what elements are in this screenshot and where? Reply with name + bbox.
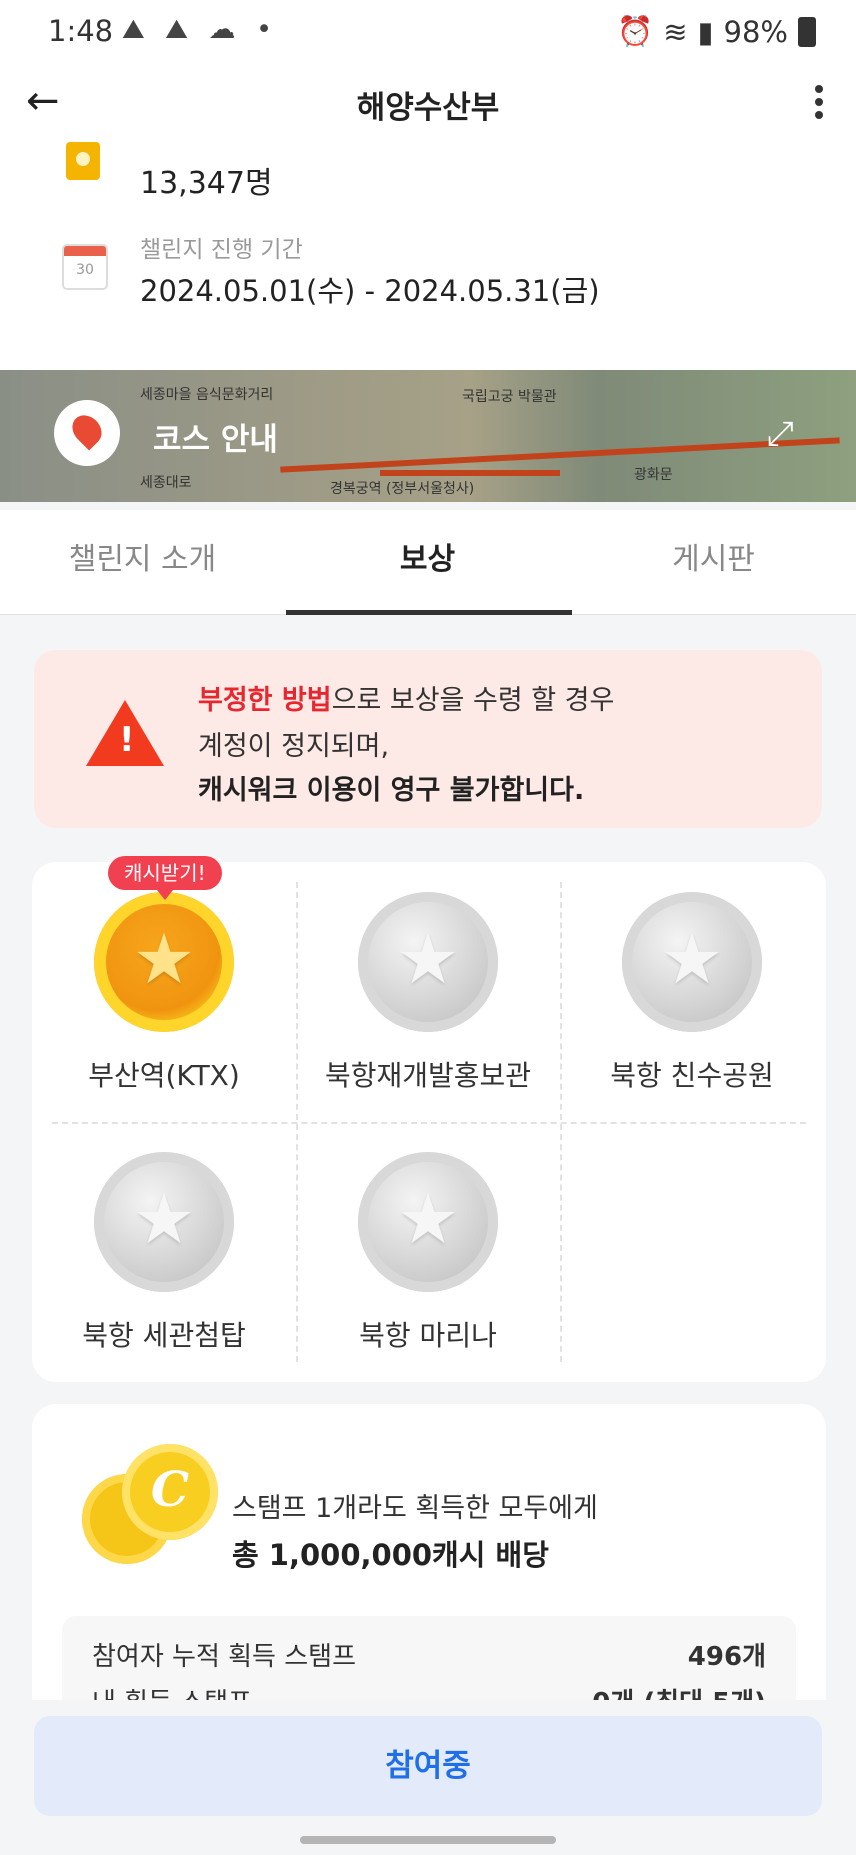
map-label: 광화문 <box>634 467 673 483</box>
join-button[interactable]: 참여중 <box>34 1716 822 1816</box>
expand-icon[interactable]: ⤢ <box>767 414 794 454</box>
gray-stamp-icon <box>358 1152 498 1292</box>
challenge-info: 13,347명 30 챌린지 진행 기간 2024.05.01(수) - 202… <box>0 140 856 370</box>
stamp-name: 북항 세관첨탑 <box>82 1319 246 1352</box>
period-value: 2024.05.01(수) - 2024.05.31(금) <box>140 274 600 308</box>
stamp-name: 북항재개발홍보관 <box>324 1059 532 1092</box>
stat-row: 참여자 누적 획득 스탬프 496개 <box>92 1642 766 1672</box>
status-bar: 1:48 ⛰ ⛰ ☁ • ⏰ ≋ ▮ 98% <box>0 0 856 66</box>
stamp-grid: 부산역(KTX) 북항재개발홍보관 북항 친수공원 북항 세관첨탑 북항 마리나 <box>32 862 826 1382</box>
calendar-icon: 30 <box>62 244 108 290</box>
bottom-bar: 참여중 <box>0 1700 856 1855</box>
battery-icon <box>798 16 816 47</box>
period-label: 챌린지 진행 기간 <box>140 237 303 263</box>
fraud-warning: ! 부정한 방법으로 보상을 수령 할 경우 계정이 정지되며, 캐시워크 이용… <box>34 650 822 828</box>
stamp-item[interactable]: 북항 마리나 <box>296 1122 560 1372</box>
gray-stamp-icon <box>94 1152 234 1292</box>
notification-icons: ⛰ ⛰ ☁ • <box>122 14 279 45</box>
cash-coin-icon: C <box>122 1444 218 1540</box>
cash-claim-badge[interactable]: 캐시받기! <box>108 856 222 900</box>
reward-condition: 스탬프 1개라도 획득한 모두에게 <box>232 1493 598 1524</box>
warning-line-2: 계정이 정지되며, <box>198 731 390 762</box>
alarm-icon: ⏰ <box>617 14 654 48</box>
stamp-name: 북항 마리나 <box>359 1319 497 1352</box>
tab-board[interactable]: 게시판 <box>571 510 856 614</box>
map-label: 세종대로 <box>140 475 192 491</box>
course-guide-title: 코스 안내 <box>153 422 278 458</box>
app-bar: ← 해양수산부 <box>0 66 856 140</box>
reward-total: 총 1,000,000캐시 배당 <box>232 1538 549 1572</box>
tab-bar: 챌린지 소개 보상 게시판 <box>0 510 856 615</box>
status-right: ⏰ ≋ ▮ 98% <box>617 14 816 49</box>
gray-stamp-icon <box>622 892 762 1032</box>
participant-count: 13,347명 <box>140 166 273 201</box>
warning-line-1: 부정한 방법으로 보상을 수령 할 경우 <box>198 685 615 716</box>
wifi-icon: ≋ <box>663 14 688 49</box>
course-map-banner[interactable]: 세종마을 음식문화거리 국립고궁 박물관 경복궁역 (정부서울청사) 세종대로 … <box>0 370 856 502</box>
gray-stamp-icon <box>358 892 498 1032</box>
gesture-nav-bar <box>300 1836 556 1844</box>
map-label: 세종마을 음식문화거리 <box>140 387 274 403</box>
warning-line-3: 캐시워크 이용이 영구 불가합니다. <box>198 775 585 806</box>
route-line <box>380 470 560 476</box>
warning-icon: ! <box>86 700 164 766</box>
status-time: 1:48 <box>48 14 114 48</box>
battery-percent: 98% <box>723 14 788 49</box>
map-label: 국립고궁 박물관 <box>462 389 557 405</box>
page-title: 해양수산부 <box>356 90 500 126</box>
route-line <box>280 437 840 473</box>
map-pin-icon <box>54 400 120 466</box>
tab-intro[interactable]: 챌린지 소개 <box>0 510 285 614</box>
signal-icon: ▮ <box>697 14 714 49</box>
stamp-name: 북항 친수공원 <box>610 1059 774 1092</box>
participants-icon <box>66 142 100 180</box>
map-label: 경복궁역 (정부서울청사) <box>330 481 475 497</box>
tab-reward[interactable]: 보상 <box>285 510 570 614</box>
gold-stamp-icon <box>94 892 234 1032</box>
stamp-name: 부산역(KTX) <box>88 1059 240 1092</box>
stamp-item[interactable]: 북항 세관첨탑 <box>32 1122 296 1372</box>
stamp-item[interactable]: 북항 친수공원 <box>560 862 824 1112</box>
active-tab-indicator <box>286 610 572 615</box>
more-menu-icon[interactable] <box>804 80 834 124</box>
stamp-item[interactable]: 북항재개발홍보관 <box>296 862 560 1112</box>
